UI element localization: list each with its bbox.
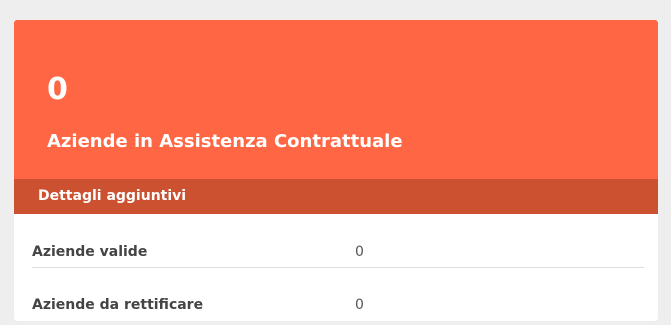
- card-header: 0 Aziende in Assistenza Contrattuale: [14, 20, 658, 179]
- companies-count: 0: [47, 72, 68, 107]
- details-header: Dettagli aggiuntivi: [14, 179, 658, 214]
- detail-row-valid: Aziende valide 0: [14, 229, 658, 277]
- card-title: Aziende in Assistenza Contrattuale: [47, 131, 403, 152]
- details-title: Dettagli aggiuntivi: [38, 188, 187, 204]
- detail-row-to-correct: Aziende da rettificare 0: [14, 282, 658, 321]
- detail-label-to-correct: Aziende da rettificare: [32, 297, 204, 313]
- detail-label-valid: Aziende valide: [32, 244, 148, 260]
- row-divider: [32, 267, 644, 268]
- detail-value-to-correct: 0: [355, 297, 364, 313]
- detail-value-valid: 0: [355, 244, 364, 260]
- stat-card: 0 Aziende in Assistenza Contrattuale Det…: [14, 20, 658, 321]
